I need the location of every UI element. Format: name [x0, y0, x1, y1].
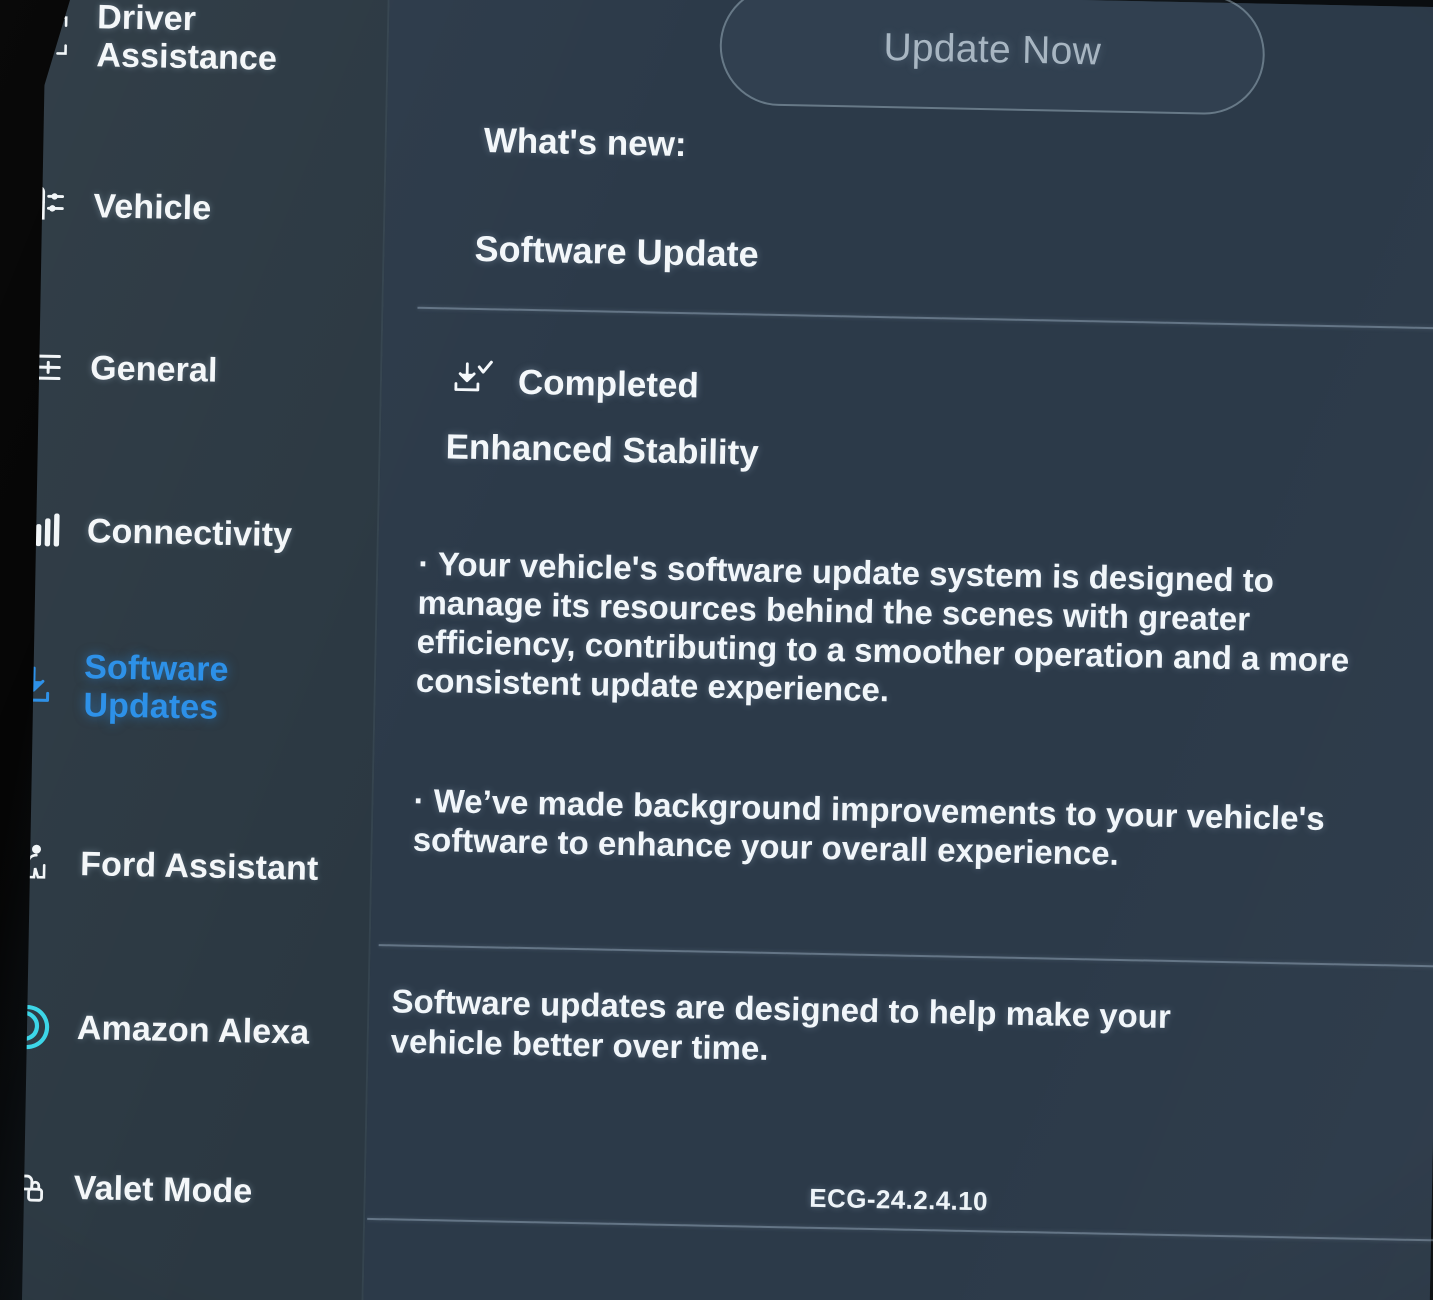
- update-status-label: Completed: [517, 362, 700, 405]
- sidebar-item-ford-assistant[interactable]: Ford Assistant: [0, 840, 373, 892]
- infotainment-screen: Driver Assistance Vehicle General Connec…: [0, 0, 1433, 1300]
- sidebar-item-software-updates[interactable]: Software Updates: [0, 646, 377, 730]
- sidebar-item-label: Ford Assistant: [79, 845, 319, 888]
- update-now-button[interactable]: Update Now: [718, 0, 1266, 116]
- update-status-row: Completed: [452, 357, 700, 409]
- divider-middle: [378, 944, 1433, 968]
- sidebar-item-valet-mode[interactable]: Valet Mode: [0, 1166, 366, 1214]
- sidebar-item-label: General: [89, 349, 218, 390]
- sidebar-item-label: Amazon Alexa: [76, 1008, 310, 1052]
- screen-surface: Driver Assistance Vehicle General Connec…: [0, 0, 1433, 1300]
- divider-top: [417, 306, 1433, 330]
- download-complete-icon: [452, 357, 497, 405]
- sidebar-item-label: Vehicle: [93, 187, 212, 228]
- sidebar-item-vehicle[interactable]: Vehicle: [0, 183, 386, 233]
- sidebar-item-amazon-alexa[interactable]: Amazon Alexa: [0, 1003, 369, 1057]
- sidebar-item-label: Software Updates: [83, 648, 229, 727]
- sidebar-item-label: Driver Assistance: [96, 0, 278, 78]
- software-updates-panel: Update Now What's new: Software Update C…: [362, 0, 1433, 1300]
- software-updates-footer-note: Software updates are designed to help ma…: [390, 982, 1172, 1067]
- settings-sidebar: Driver Assistance Vehicle General Connec…: [0, 0, 390, 1300]
- software-version-label: ECG-24.2.4.10: [809, 1182, 989, 1217]
- release-note-bullet: · Your vehicle's software update system …: [415, 544, 1350, 709]
- sidebar-item-label: Connectivity: [86, 512, 293, 555]
- sidebar-item-general[interactable]: General: [0, 346, 383, 394]
- sidebar-item-label: Valet Mode: [73, 1168, 253, 1211]
- whats-new-heading: What's new:: [483, 121, 687, 165]
- sidebar-item-connectivity[interactable]: Connectivity: [0, 510, 379, 556]
- update-now-label: Update Now: [883, 26, 1102, 74]
- release-name: Enhanced Stability: [445, 427, 760, 473]
- release-note-bullet: · We’ve made background improvements to …: [412, 781, 1326, 872]
- update-title: Software Update: [474, 227, 760, 275]
